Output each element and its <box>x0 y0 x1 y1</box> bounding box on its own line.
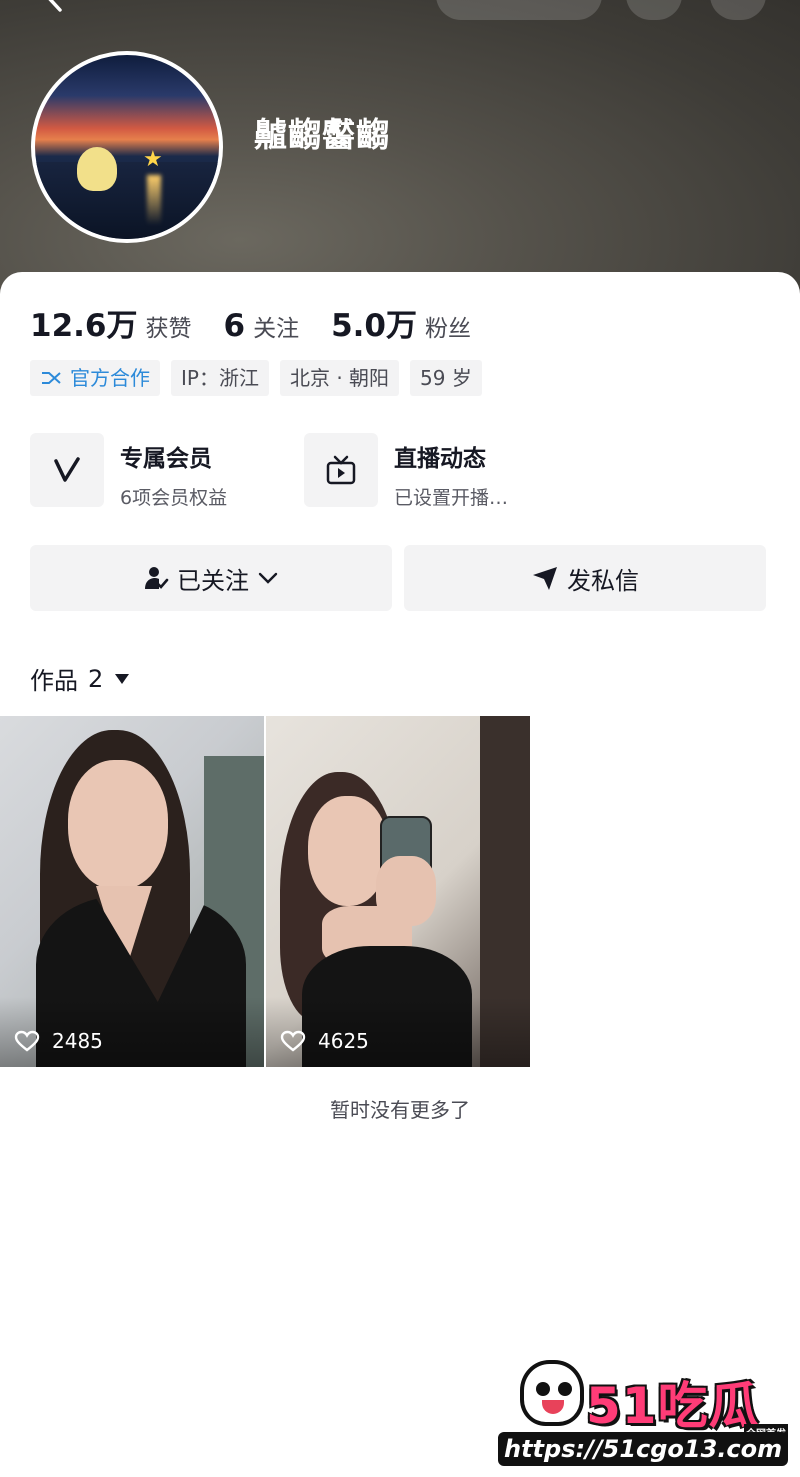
stat-following-label: 关注 <box>253 316 300 342</box>
heart-icon <box>280 1030 306 1052</box>
avatar-reflection <box>147 175 161 225</box>
stat-following[interactable]: 6 关注 <box>224 308 300 344</box>
heart-icon <box>14 1030 40 1052</box>
stats-row: 12.6万 获赞 6 关注 5.0万 粉丝 <box>30 300 503 344</box>
watermark-url: https://51cgo13.com <box>498 1432 789 1466</box>
back-button[interactable] <box>40 0 70 12</box>
v-member-icon <box>30 433 104 507</box>
feature-vip-subtitle: 6项会员权益 <box>120 487 228 509</box>
tv-icon <box>304 433 378 507</box>
profile-header: ★ 齇齺齾齺 <box>0 0 800 300</box>
mascot-eye <box>558 1382 572 1396</box>
work-thumbnail-1[interactable]: 2485 <box>0 716 264 1067</box>
search-button[interactable] <box>626 0 682 20</box>
tag-ip: IP：浙江 <box>171 360 269 396</box>
followed-label: 已关注 <box>177 566 249 595</box>
works-tab[interactable]: 作品 2 <box>30 661 130 696</box>
feature-live-text: 直播动态 已设置开播… <box>394 433 508 509</box>
back-arrow-icon <box>48 0 62 12</box>
watermark-mascot-logo <box>520 1360 584 1426</box>
thumb-hand <box>376 856 436 926</box>
stat-followers[interactable]: 5.0万 粉丝 <box>331 300 471 345</box>
like-count: 2485 <box>14 1029 103 1053</box>
mascot-mouth <box>542 1400 564 1414</box>
feature-live[interactable]: 直播动态 已设置开播… <box>304 433 508 509</box>
mascot-eye <box>536 1382 550 1396</box>
like-count-value: 4625 <box>318 1029 369 1053</box>
feature-vip-text: 专属会员 6项会员权益 <box>120 433 227 509</box>
handshake-icon <box>42 372 61 384</box>
feature-vip[interactable]: 专属会员 6项会员权益 <box>30 433 227 509</box>
feature-vip-title: 专属会员 <box>120 446 212 472</box>
avatar[interactable]: ★ <box>31 51 223 243</box>
stat-followers-value: 5.0万 <box>331 308 417 344</box>
top-pill-button[interactable] <box>436 0 602 20</box>
message-label: 发私信 <box>567 566 639 595</box>
work-thumbnail-2[interactable]: 4625 <box>266 716 530 1067</box>
like-count: 4625 <box>280 1029 369 1053</box>
works-label: 作品 <box>30 667 78 695</box>
works-count: 2 <box>88 664 104 693</box>
followed-button[interactable]: 已关注 <box>30 545 392 611</box>
tag-location: 北京 · 朝阳 <box>279 360 400 396</box>
watermark: 51吃瓜 全网首发 https://51cgo13.com <box>498 1358 798 1470</box>
user-check-icon <box>145 567 169 589</box>
stat-following-value: 6 <box>223 308 246 344</box>
nickname: 齇齺齾齺 <box>254 115 390 154</box>
stat-likes-value: 12.6万 <box>30 308 138 344</box>
thumb-face <box>68 760 168 890</box>
like-count-value: 2485 <box>52 1029 103 1053</box>
avatar-character <box>77 147 117 191</box>
star-icon: ★ <box>143 147 163 172</box>
stat-likes[interactable]: 12.6万 获赞 <box>30 300 192 345</box>
stat-followers-label: 粉丝 <box>425 316 471 342</box>
stat-likes-label: 获赞 <box>145 316 192 342</box>
message-button[interactable]: 发私信 <box>404 545 766 611</box>
tag-age: 59 岁 <box>410 360 482 396</box>
avatar-sea <box>35 161 219 239</box>
more-button[interactable] <box>710 0 766 20</box>
tag-official[interactable]: 官方合作 <box>30 360 160 396</box>
feature-live-subtitle: 已设置开播… <box>394 487 509 509</box>
feature-live-title: 直播动态 <box>394 446 486 472</box>
chevron-down-icon <box>258 572 278 584</box>
tag-row: 官方合作 IP：浙江 北京 · 朝阳 59 岁 <box>30 360 493 396</box>
send-icon <box>533 567 557 590</box>
no-more-text: 暂时没有更多了 <box>330 1098 470 1122</box>
caret-down-icon <box>115 673 130 684</box>
watermark-brand: 51吃瓜 <box>586 1377 760 1435</box>
tag-official-label: 官方合作 <box>70 366 150 390</box>
